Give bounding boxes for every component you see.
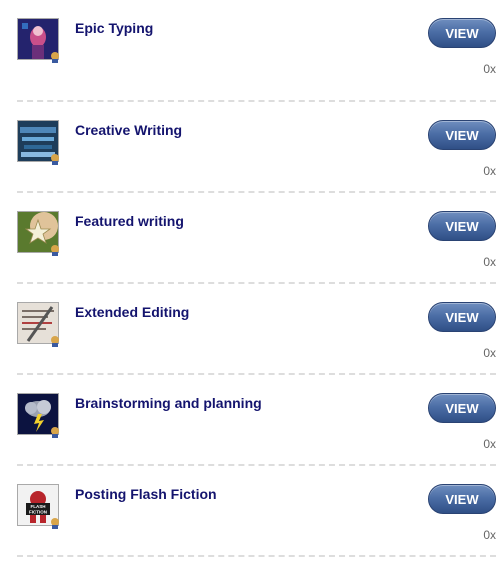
epic-typing-thumbnail[interactable] bbox=[17, 18, 59, 63]
list-item: Creative Writing VIEW 0x bbox=[17, 102, 496, 193]
view-button[interactable]: VIEW bbox=[428, 393, 496, 423]
item-title[interactable]: Epic Typing bbox=[75, 20, 153, 36]
item-title[interactable]: Extended Editing bbox=[75, 304, 189, 320]
medal-icon bbox=[48, 152, 62, 166]
featured-writing-thumbnail[interactable] bbox=[17, 211, 59, 256]
list-item: Featured writing VIEW 0x bbox=[17, 193, 496, 284]
view-button[interactable]: VIEW bbox=[428, 120, 496, 150]
svg-text:FLASH: FLASH bbox=[31, 504, 46, 509]
view-button[interactable]: VIEW bbox=[428, 484, 496, 514]
medal-icon bbox=[48, 334, 62, 348]
item-count: 0x bbox=[483, 437, 496, 451]
item-count: 0x bbox=[483, 62, 496, 76]
list-item: FLASH FICTION Posting Flash Fiction VIEW… bbox=[17, 466, 496, 557]
item-title[interactable]: Posting Flash Fiction bbox=[75, 486, 217, 502]
medal-icon bbox=[48, 425, 62, 439]
item-count: 0x bbox=[483, 346, 496, 360]
list-item: Epic Typing VIEW 0x bbox=[17, 0, 496, 102]
badge-list: Epic Typing VIEW 0x Creative Writing VIE… bbox=[0, 0, 503, 557]
item-title[interactable]: Brainstorming and planning bbox=[75, 395, 262, 411]
view-button[interactable]: VIEW bbox=[428, 18, 496, 48]
view-button[interactable]: VIEW bbox=[428, 211, 496, 241]
flash-fiction-thumbnail[interactable]: FLASH FICTION bbox=[17, 484, 59, 529]
medal-icon bbox=[48, 50, 62, 64]
view-button[interactable]: VIEW bbox=[428, 302, 496, 332]
item-title[interactable]: Featured writing bbox=[75, 213, 184, 229]
medal-icon bbox=[48, 243, 62, 257]
creative-writing-thumbnail[interactable] bbox=[17, 120, 59, 165]
item-count: 0x bbox=[483, 528, 496, 542]
list-item: Extended Editing VIEW 0x bbox=[17, 284, 496, 375]
svg-text:FICTION: FICTION bbox=[29, 510, 47, 515]
item-count: 0x bbox=[483, 255, 496, 269]
item-title[interactable]: Creative Writing bbox=[75, 122, 182, 138]
medal-icon bbox=[48, 516, 62, 530]
item-count: 0x bbox=[483, 164, 496, 178]
brainstorming-thumbnail[interactable] bbox=[17, 393, 59, 438]
list-item: Brainstorming and planning VIEW 0x bbox=[17, 375, 496, 466]
extended-editing-thumbnail[interactable] bbox=[17, 302, 59, 347]
